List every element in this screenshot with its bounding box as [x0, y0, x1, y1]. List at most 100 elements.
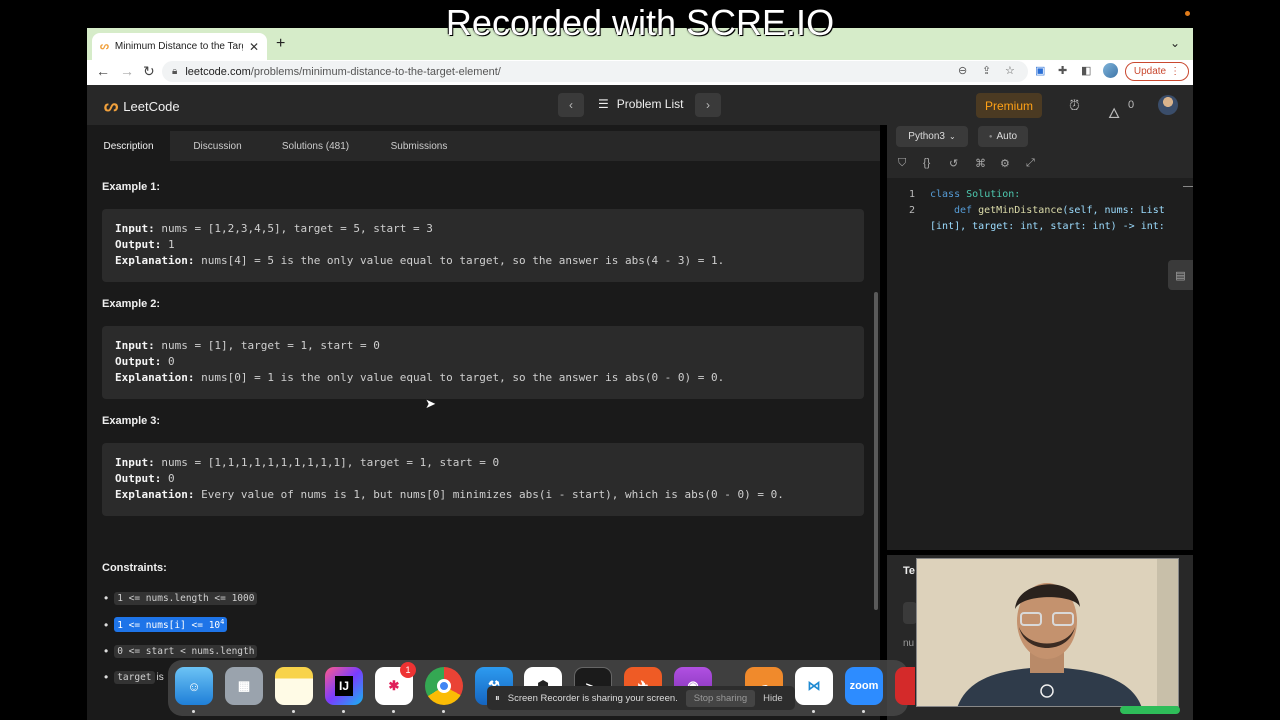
code-class-name: Solution: — [960, 189, 1021, 200]
leetcode-logo[interactable]: ᔕ LeetCode — [104, 96, 180, 116]
sidebar-icon[interactable]: ◧ — [1081, 64, 1091, 77]
notification-badge: 1 — [400, 662, 416, 678]
run-button-partial[interactable] — [1120, 706, 1180, 714]
streak-count: 0 — [1128, 99, 1135, 111]
problem-list-button[interactable]: ☰ Problem List — [598, 97, 683, 111]
reset-icon[interactable]: ↺ — [949, 157, 958, 170]
line-number: 1 — [909, 189, 916, 200]
tab-submissions[interactable]: Submissions — [380, 131, 458, 161]
console-input-box[interactable] — [903, 602, 917, 624]
example-input: nums = [1,1,1,1,1,1,1,1,1,1], target = 1… — [154, 456, 500, 469]
settings-gear-icon[interactable]: ⚙ — [1000, 157, 1010, 170]
constraint-code: 0 <= start < nums.length — [114, 644, 258, 658]
tab-solutions[interactable]: Solutions (481) — [268, 131, 363, 161]
browser-tab[interactable]: ᔕ Minimum Distance to the Target ✕ — [92, 33, 267, 60]
description-scrollbar[interactable] — [874, 292, 878, 610]
example-1-box: Input: nums = [1,2,3,4,5], target = 5, s… — [102, 209, 864, 282]
stop-sharing-button[interactable]: Stop sharing — [685, 689, 756, 707]
code-line-wrap[interactable]: [int], target: int, start: int) -> int: — [930, 221, 1165, 232]
bullet-icon: • — [104, 670, 109, 684]
tab-discussion[interactable]: Discussion — [180, 131, 255, 161]
hide-button[interactable]: Hide — [763, 693, 783, 704]
input-label: Input: — [115, 339, 155, 352]
language-select[interactable]: Python3 ⌄ — [896, 126, 968, 147]
profile-avatar[interactable] — [1103, 63, 1118, 78]
notes-icon[interactable] — [275, 667, 313, 705]
explanation-label: Explanation: — [115, 371, 195, 384]
console-field-label: nu — [903, 638, 915, 649]
shortcut-icon[interactable]: ⌘ — [975, 157, 986, 170]
acrobat-icon[interactable] — [895, 667, 915, 705]
line-number: 2 — [909, 205, 916, 216]
launchpad-icon[interactable]: ▦ — [225, 667, 263, 705]
example-3-heading: Example 3: — [102, 415, 161, 427]
code-line[interactable]: class Solution: — [930, 189, 1020, 200]
more-menu-icon: ⋮ — [1170, 66, 1181, 77]
tab-search-chevron-icon[interactable]: ⌄ — [1170, 36, 1180, 50]
code-keyword: def — [954, 205, 973, 216]
forward-icon[interactable]: → — [120, 63, 134, 79]
close-tab-icon[interactable]: ✕ — [249, 40, 259, 54]
presenter-video — [917, 559, 1178, 706]
example-input: nums = [1,2,3,4,5], target = 5, start = … — [154, 222, 433, 235]
premium-button[interactable]: Premium — [976, 93, 1042, 118]
dot-icon: ● — [988, 133, 993, 140]
example-explanation: nums[0] = 1 is the only value equal to t… — [194, 371, 725, 384]
language-label: Python3 — [908, 131, 945, 142]
webcam-overlay — [916, 558, 1179, 707]
zoom-app-icon[interactable]: zoom — [845, 667, 883, 705]
explanation-label: Explanation: — [115, 488, 195, 501]
streak-fire-icon[interactable]: 🜂 — [1108, 97, 1120, 126]
example-output: 0 — [161, 355, 175, 368]
constraint-code: target — [114, 670, 155, 684]
code-function-name: getMinDistance — [978, 205, 1063, 216]
bookmark-star-icon[interactable]: ☆ — [1005, 64, 1015, 77]
extension-screen-icon[interactable]: ▣ — [1035, 64, 1045, 77]
back-icon[interactable]: ← — [96, 63, 110, 79]
example-2-heading: Example 2: — [102, 298, 161, 310]
vscode-icon[interactable]: ⋈ — [795, 667, 833, 705]
leetcode-favicon-icon: ᔕ — [100, 41, 109, 52]
url-domain: leetcode.com — [185, 65, 251, 78]
testcase-tab[interactable]: Te — [903, 565, 915, 577]
constraint-code-text: 1 <= nums[i] <= 10 — [117, 620, 221, 632]
fullscreen-icon[interactable]: ⤢ — [1026, 157, 1035, 170]
intellij-icon[interactable]: IJ — [325, 667, 363, 705]
constraint-code: 1 <= nums.length <= 1000 — [114, 591, 258, 605]
bullet-icon: • — [104, 617, 109, 632]
running-indicator — [862, 710, 865, 713]
finder-icon[interactable]: ☺ — [175, 667, 213, 705]
constraint-item: • target is — [104, 670, 164, 684]
problem-list-label: Problem List — [616, 97, 684, 111]
example-3-box: Input: nums = [1,1,1,1,1,1,1,1,1,1], tar… — [102, 443, 864, 516]
example-output: 1 — [161, 238, 175, 251]
braces-icon[interactable]: {} — [923, 157, 930, 169]
new-tab-button[interactable]: + — [276, 35, 285, 53]
tab-title: Minimum Distance to the Target — [114, 41, 243, 52]
output-label: Output: — [115, 472, 162, 485]
timer-icon[interactable]: ⏰︎ — [1069, 97, 1080, 114]
bookmark-icon[interactable]: ⛉ — [898, 157, 906, 170]
mode-select[interactable]: ● Auto — [978, 126, 1028, 147]
user-avatar[interactable] — [1158, 95, 1178, 115]
share-icon[interactable]: ⇪ — [982, 64, 991, 77]
tab-description[interactable]: Description — [87, 131, 170, 161]
next-problem-button[interactable]: › — [695, 93, 721, 117]
output-label: Output: — [115, 238, 162, 251]
example-2-box: Input: nums = [1], target = 1, start = 0… — [102, 326, 864, 399]
input-label: Input: — [115, 222, 155, 235]
chrome-icon[interactable] — [425, 667, 463, 705]
example-output: 0 — [161, 472, 175, 485]
code-line[interactable]: def getMinDistance(self, nums: List — [954, 205, 1165, 216]
address-bar[interactable]: 🔒︎ leetcode.com/problems/minimum-distanc… — [162, 61, 1028, 82]
update-button[interactable]: Update ⋮ — [1125, 62, 1189, 81]
reload-icon[interactable]: ↻ — [143, 63, 155, 80]
update-label: Update — [1133, 66, 1167, 77]
input-label: Input: — [115, 456, 155, 469]
constraint-exponent: 4 — [220, 618, 225, 626]
leetcode-logo-icon: ᔕ — [104, 98, 119, 115]
prev-problem-button[interactable]: ‹ — [558, 93, 584, 117]
side-note-tab[interactable]: ▤ — [1168, 260, 1193, 290]
extensions-puzzle-icon[interactable]: ✚ — [1058, 64, 1067, 77]
zoom-icon[interactable]: ⊖ — [958, 64, 967, 77]
